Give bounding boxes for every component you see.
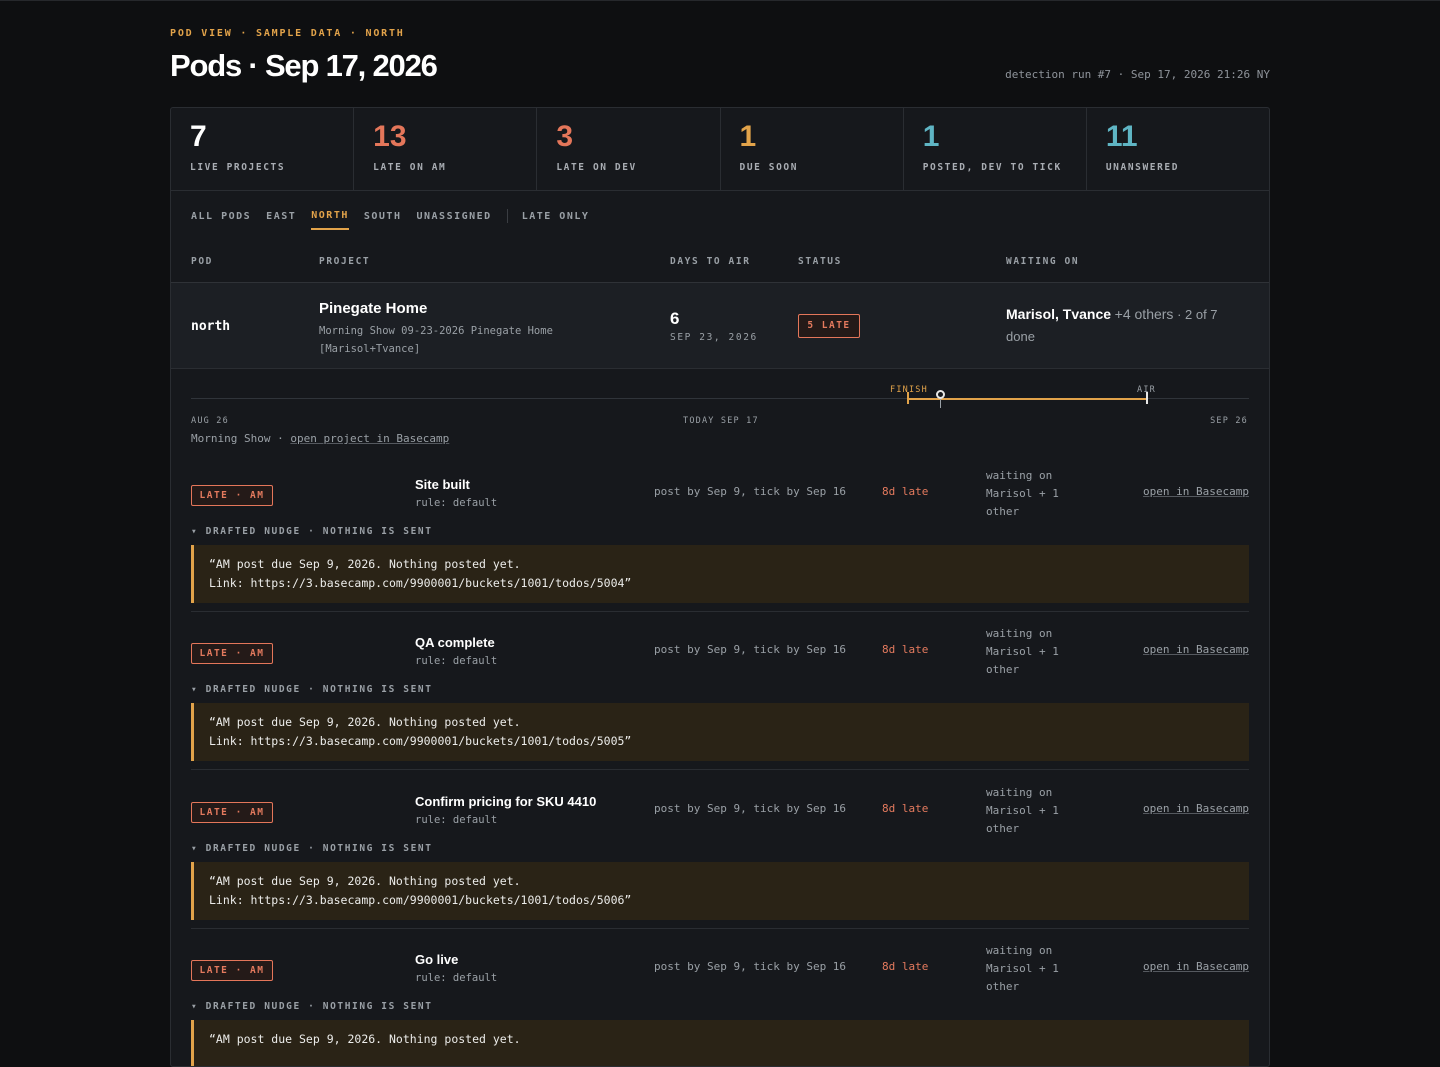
stats-bar: 7 LIVE PROJECTS 13 LATE ON AM 3 LATE ON … bbox=[171, 108, 1269, 191]
stat-value: 1 bbox=[922, 120, 940, 153]
todo-late: 8d late bbox=[882, 485, 929, 498]
timeline-air-marker bbox=[1146, 392, 1148, 404]
drafted-nudge-text: “AM post due Sep 9, 2026. Nothing posted… bbox=[191, 862, 1249, 920]
filter-north[interactable]: NORTH bbox=[311, 210, 349, 230]
stat-label: LIVE PROJECTS bbox=[190, 162, 286, 173]
stat-live-projects[interactable]: 7 LIVE PROJECTS bbox=[171, 108, 355, 190]
filter-all-pods[interactable]: ALL PODS bbox=[191, 211, 251, 229]
todo-late: 8d late bbox=[882, 643, 929, 656]
pod-name: north bbox=[191, 319, 231, 334]
todo-waiting-on: waiting on Marisol + 1 other bbox=[986, 944, 1059, 993]
late-am-badge: LATE · AM bbox=[191, 485, 273, 506]
page-eyebrow: POD VIEW · SAMPLE DATA · NORTH bbox=[170, 28, 405, 39]
col-project: PROJECT bbox=[319, 256, 371, 267]
col-waiting-on: WAITING ON bbox=[1006, 256, 1080, 267]
todo-title: QA complete bbox=[415, 635, 495, 650]
project-subtitle: Morning Show 09-23-2026 Pinegate Home [M… bbox=[319, 325, 553, 355]
col-days-to-air: DAYS TO AIR bbox=[670, 256, 751, 267]
stat-due-soon[interactable]: 1 DUE SOON bbox=[721, 108, 904, 190]
stat-value: 13 bbox=[373, 120, 407, 153]
stat-late-on-dev[interactable]: 3 LATE ON DEV bbox=[537, 108, 721, 190]
todo-title: Confirm pricing for SKU 4410 bbox=[415, 794, 597, 809]
page-title: Pods · Sep 17, 2026 bbox=[170, 48, 438, 83]
open-in-basecamp-link[interactable]: open in Basecamp bbox=[1143, 802, 1249, 815]
col-status: STATUS bbox=[798, 256, 842, 267]
timeline-finish-marker bbox=[907, 392, 909, 404]
todo-rule: rule: default bbox=[415, 814, 498, 826]
todo-due: post by Sep 9, tick by Sep 16 bbox=[654, 485, 847, 498]
pods-panel: 7 LIVE PROJECTS 13 LATE ON AM 3 LATE ON … bbox=[170, 107, 1270, 1067]
col-pod: POD bbox=[191, 256, 213, 267]
stat-label: DUE SOON bbox=[739, 162, 799, 173]
todo-title: Site built bbox=[415, 477, 470, 492]
stat-unanswered[interactable]: 11 UNANSWERED bbox=[1087, 108, 1269, 190]
todo-rule: rule: default bbox=[415, 497, 498, 509]
stat-label: LATE ON DEV bbox=[556, 162, 637, 173]
late-am-badge: LATE · AM bbox=[191, 960, 273, 981]
stat-label: LATE ON AM bbox=[373, 162, 447, 173]
stat-label: UNANSWERED bbox=[1105, 162, 1180, 173]
open-in-basecamp-link[interactable]: open in Basecamp bbox=[1143, 960, 1249, 973]
project-row[interactable]: north Pinegate Home Morning Show 09-23-2… bbox=[171, 283, 1269, 369]
todo-late: 8d late bbox=[882, 802, 929, 815]
drafted-nudge-toggle[interactable]: ▾ DRAFTED NUDGE · NOTHING IS SENT bbox=[191, 1001, 433, 1012]
todo-due: post by Sep 9, tick by Sep 16 bbox=[654, 643, 847, 656]
late-am-badge: LATE · AM bbox=[191, 643, 273, 664]
status-badge: 5 LATE bbox=[798, 314, 860, 338]
open-in-basecamp-link[interactable]: open in Basecamp bbox=[1143, 485, 1249, 498]
stat-value: 11 bbox=[1105, 120, 1138, 153]
stat-label: POSTED, DEV TO TICK bbox=[922, 162, 1062, 173]
todo-due: post by Sep 9, tick by Sep 16 bbox=[654, 802, 847, 815]
stat-value: 1 bbox=[739, 120, 757, 153]
todo-rule: rule: default bbox=[415, 655, 498, 667]
filter-unassigned[interactable]: UNASSIGNED bbox=[416, 211, 491, 229]
filter-late-only[interactable]: LATE ONLY bbox=[522, 211, 590, 229]
project-timeline: FINISH AIR AUG 26 TODAY SEP 17 SEP 26 Mo… bbox=[171, 370, 1269, 460]
item-divider bbox=[191, 611, 1249, 612]
todo-late: 8d late bbox=[882, 960, 929, 973]
filter-divider bbox=[506, 209, 508, 223]
show-name: Morning Show bbox=[191, 432, 271, 445]
item-divider bbox=[191, 928, 1249, 929]
timeline-today-label: TODAY SEP 17 bbox=[683, 416, 759, 426]
waiting-names: Marisol, Tvance bbox=[1006, 306, 1112, 322]
stat-value: 7 bbox=[190, 120, 207, 153]
todo-waiting-on: waiting on Marisol + 1 other bbox=[986, 469, 1059, 518]
item-divider bbox=[191, 769, 1249, 770]
open-project-link[interactable]: open project in Basecamp bbox=[290, 432, 449, 445]
drafted-nudge-toggle[interactable]: ▾ DRAFTED NUDGE · NOTHING IS SENT bbox=[191, 843, 433, 854]
drafted-nudge-toggle[interactable]: ▾ DRAFTED NUDGE · NOTHING IS SENT bbox=[191, 684, 433, 695]
todo-title: Go live bbox=[415, 952, 459, 967]
pod-filter-tabs: ALL PODS EAST NORTH SOUTH UNASSIGNED LAT… bbox=[191, 209, 604, 230]
todo-waiting-on: waiting on Marisol + 1 other bbox=[986, 627, 1059, 676]
timeline-today-stem bbox=[940, 399, 941, 408]
open-in-basecamp-link[interactable]: open in Basecamp bbox=[1143, 643, 1249, 656]
todo-waiting-on: waiting on Marisol + 1 other bbox=[986, 786, 1059, 835]
table-header: POD PROJECT DAYS TO AIR STATUS WAITING O… bbox=[171, 254, 1269, 283]
stat-late-on-am[interactable]: 13 LATE ON AM bbox=[354, 108, 538, 190]
footer-separator: · bbox=[277, 432, 284, 445]
timeline-footer: Morning Show · open project in Basecamp bbox=[191, 432, 449, 445]
drafted-nudge-text: “AM post due Sep 9, 2026. Nothing posted… bbox=[191, 545, 1249, 603]
timeline-today-marker bbox=[936, 390, 945, 399]
stat-value: 3 bbox=[556, 120, 574, 153]
late-am-badge: LATE · AM bbox=[191, 802, 273, 823]
todo-due: post by Sep 9, tick by Sep 16 bbox=[654, 960, 847, 973]
days-to-air: 6 bbox=[670, 309, 680, 328]
air-date: SEP 23, 2026 bbox=[670, 332, 758, 343]
waiting-others: +4 others bbox=[1114, 306, 1174, 322]
filter-south[interactable]: SOUTH bbox=[364, 211, 402, 229]
todo-rule: rule: default bbox=[415, 972, 498, 984]
drafted-nudge-text: “AM post due Sep 9, 2026. Nothing posted… bbox=[191, 1020, 1249, 1066]
timeline-end-label: SEP 26 bbox=[1210, 416, 1248, 426]
drafted-nudge-text: “AM post due Sep 9, 2026. Nothing posted… bbox=[191, 703, 1249, 761]
timeline-finish-to-air-range bbox=[907, 398, 1147, 400]
filter-east[interactable]: EAST bbox=[266, 211, 296, 229]
project-name: Pinegate Home bbox=[319, 300, 428, 317]
timeline-start-label: AUG 26 bbox=[191, 416, 229, 426]
stat-posted-dev-to-tick[interactable]: 1 POSTED, DEV TO TICK bbox=[904, 108, 1087, 190]
waiting-on: Marisol, Tvance +4 others · 2 of 7 done bbox=[1006, 303, 1246, 348]
drafted-nudge-toggle[interactable]: ▾ DRAFTED NUDGE · NOTHING IS SENT bbox=[191, 526, 433, 537]
detection-run-info: detection run #7 · Sep 17, 2026 21:26 NY bbox=[1005, 68, 1270, 81]
